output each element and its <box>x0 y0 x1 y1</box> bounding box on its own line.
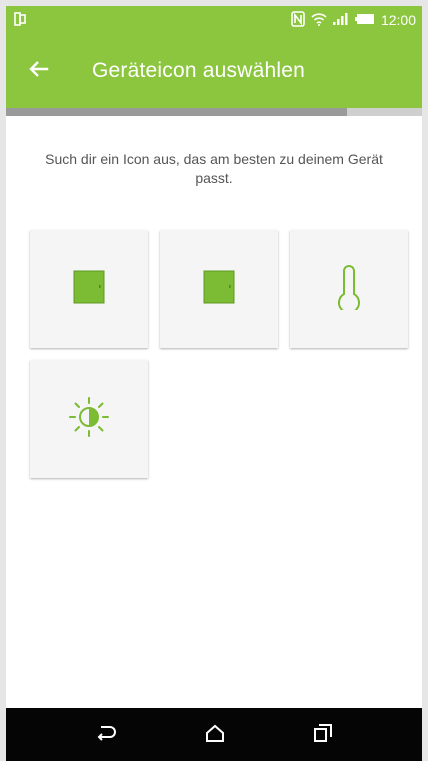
icon-option-thermometer[interactable] <box>290 230 408 348</box>
app-bar: Geräteicon auswählen <box>6 34 422 108</box>
status-time: 12:00 <box>380 12 416 28</box>
recents-icon <box>313 723 333 748</box>
wifi-icon <box>311 12 327 29</box>
icon-option-brightness[interactable] <box>30 360 148 478</box>
back-button[interactable] <box>24 56 54 86</box>
icon-option-door-1[interactable] <box>30 230 148 348</box>
progress-fill <box>6 108 348 116</box>
thermometer-icon <box>334 264 364 315</box>
device-frame-icon <box>14 12 26 31</box>
door-icon <box>203 270 235 309</box>
arrow-back-icon <box>29 59 49 84</box>
brightness-icon <box>66 394 112 445</box>
nfc-icon <box>291 10 305 30</box>
nav-back-button[interactable] <box>93 722 119 748</box>
app-screen: 12:00 Geräteicon auswählen Such dir ein … <box>6 6 422 761</box>
status-icons: 12:00 <box>291 6 416 34</box>
signal-icon <box>332 12 349 28</box>
system-nav-bar <box>6 708 422 761</box>
status-bar: 12:00 <box>6 6 422 34</box>
nav-home-button[interactable] <box>202 722 228 748</box>
back-icon <box>95 724 117 747</box>
icon-option-door-2[interactable] <box>160 230 278 348</box>
battery-icon <box>354 12 375 28</box>
page-title: Geräteicon auswählen <box>92 59 305 82</box>
door-icon <box>73 270 105 309</box>
home-icon <box>205 724 225 747</box>
instruction-text: Such dir ein Icon aus, das am besten zu … <box>45 151 383 186</box>
progress-bar <box>6 108 422 116</box>
nav-recents-button[interactable] <box>310 722 336 748</box>
